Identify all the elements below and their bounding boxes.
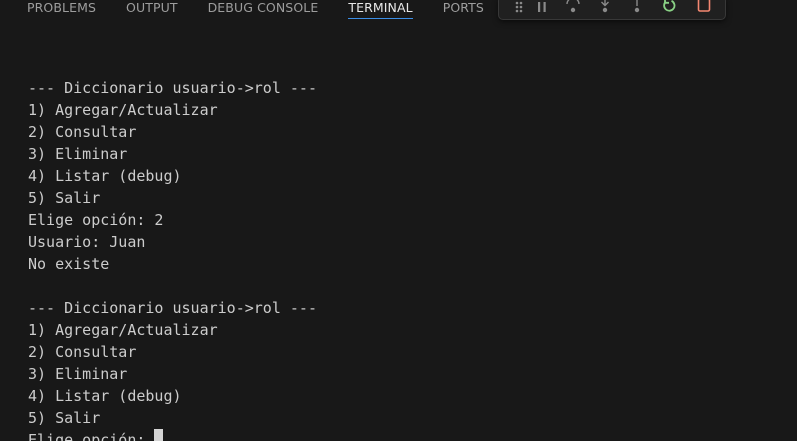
terminal-line: 3) Eliminar: [28, 145, 128, 163]
terminal-line: 2) Consultar: [28, 123, 137, 141]
step-out-icon[interactable]: [627, 0, 647, 15]
stop-icon[interactable]: [694, 0, 714, 15]
terminal-line: Elige opción: 2: [28, 211, 164, 229]
drag-handle-icon[interactable]: [509, 0, 529, 15]
tab-terminal[interactable]: TERMINAL: [348, 0, 414, 19]
terminal-line: --- Diccionario usuario->rol ---: [28, 79, 317, 97]
terminal-line: 5) Salir: [28, 409, 101, 427]
terminal-line: 4) Listar (debug): [28, 387, 182, 405]
terminal-panel: PROBLEMS OUTPUT DEBUG CONSOLE TERMINAL P…: [0, 0, 797, 441]
tab-debug-console[interactable]: DEBUG CONSOLE: [208, 0, 319, 15]
panel-tab-bar: PROBLEMS OUTPUT DEBUG CONSOLE TERMINAL P…: [0, 0, 487, 26]
terminal-line: 5) Salir: [28, 189, 101, 207]
tab-ports[interactable]: PORTS: [443, 0, 484, 15]
step-into-icon[interactable]: [595, 0, 615, 15]
pause-icon[interactable]: [532, 0, 552, 15]
terminal-line: 2) Consultar: [28, 343, 137, 361]
step-over-icon[interactable]: [563, 0, 583, 15]
terminal-line: 1) Agregar/Actualizar: [28, 321, 218, 339]
tab-problems[interactable]: PROBLEMS: [27, 0, 96, 15]
restart-icon[interactable]: [660, 0, 680, 15]
tab-output[interactable]: OUTPUT: [126, 0, 178, 15]
terminal-line: Usuario: Juan: [28, 233, 146, 251]
terminal-line: No existe: [28, 255, 110, 273]
debug-toolbar: [498, 0, 726, 20]
terminal-line: 4) Listar (debug): [28, 167, 182, 185]
terminal-output[interactable]: --- Diccionario usuario->rol --- 1) Agreg…: [28, 55, 317, 441]
terminal-prompt: Elige opción:: [28, 431, 155, 441]
terminal-line: 3) Eliminar: [28, 365, 128, 383]
terminal-cursor: [154, 429, 164, 441]
terminal-prompt-line[interactable]: Elige opción:: [28, 429, 317, 441]
terminal-line: --- Diccionario usuario->rol ---: [28, 299, 317, 317]
terminal-line: 1) Agregar/Actualizar: [28, 101, 218, 119]
